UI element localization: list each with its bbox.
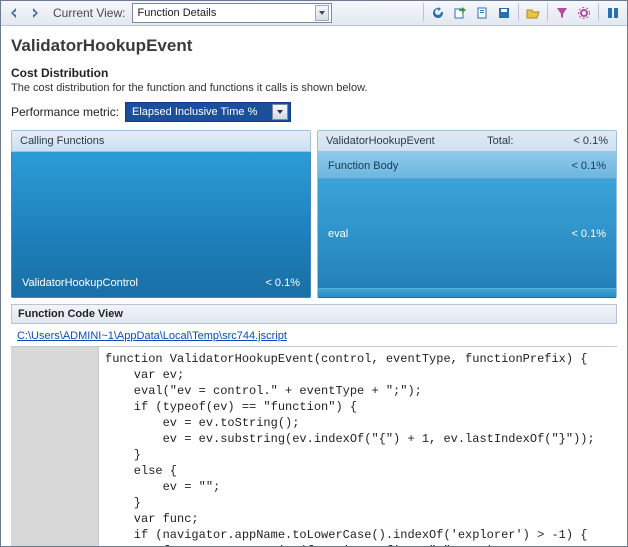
filter-icon xyxy=(555,6,569,20)
current-function-head: ValidatorHookupEvent Total: < 0.1% xyxy=(317,130,617,152)
filter-button[interactable] xyxy=(552,3,572,23)
toolbar: Current View: Function Details xyxy=(1,1,627,26)
refresh-icon xyxy=(431,6,445,20)
toolbar-actions xyxy=(421,3,623,23)
total-value: < 0.1% xyxy=(573,135,608,147)
code-gutter xyxy=(11,347,99,546)
current-view-value: Function Details xyxy=(137,7,216,19)
callee-tail-row xyxy=(318,288,616,298)
calling-functions-heading: Calling Functions xyxy=(11,130,311,152)
arrow-right-icon xyxy=(29,7,41,19)
chevron-down-icon xyxy=(272,104,288,120)
code-path: C:\Users\ADMINI~1\AppData\Local\Temp\src… xyxy=(11,324,617,346)
metric-select[interactable]: Elapsed Inclusive Time % xyxy=(125,102,291,122)
code-path-link[interactable]: C:\Users\ADMINI~1\AppData\Local\Temp\src… xyxy=(17,330,287,342)
cost-subtitle: The cost distribution for the function a… xyxy=(11,82,617,94)
metric-label: Performance metric: xyxy=(11,105,119,119)
refresh-button[interactable] xyxy=(428,3,448,23)
arrow-left-icon xyxy=(8,7,20,19)
window-root: Current View: Function Details xyxy=(0,0,628,547)
function-body-value: < 0.1% xyxy=(571,160,606,172)
options-button[interactable] xyxy=(574,3,594,23)
page-body: ValidatorHookupEvent Cost Distribution T… xyxy=(1,26,627,546)
callee-eval-label: eval xyxy=(328,228,348,240)
report-button[interactable] xyxy=(472,3,492,23)
document-icon xyxy=(475,6,489,20)
current-view-select[interactable]: Function Details xyxy=(132,3,332,23)
calling-functions-body[interactable]: ValidatorHookupControl < 0.1% xyxy=(11,152,311,298)
total-label: Total: xyxy=(487,135,513,147)
code-area: function ValidatorHookupEvent(control, e… xyxy=(11,346,617,546)
current-function-body: Function Body < 0.1% eval < 0.1% xyxy=(317,152,617,298)
nav-back-button[interactable] xyxy=(5,4,23,22)
metric-row: Performance metric: Elapsed Inclusive Ti… xyxy=(11,102,617,122)
function-body-row[interactable]: Function Body < 0.1% xyxy=(318,152,616,178)
current-function-card: ValidatorHookupEvent Total: < 0.1% Funct… xyxy=(317,130,617,298)
caller-value: < 0.1% xyxy=(265,277,300,289)
code-text[interactable]: function ValidatorHookupEvent(control, e… xyxy=(99,347,617,546)
calling-functions-card: Calling Functions ValidatorHookupControl… xyxy=(11,130,311,298)
current-function-name: ValidatorHookupEvent xyxy=(326,135,435,147)
columns-icon xyxy=(606,6,620,20)
current-view-label: Current View: xyxy=(53,6,125,20)
function-body-label: Function Body xyxy=(328,160,398,172)
cost-heading: Cost Distribution xyxy=(11,66,617,80)
code-view-heading: Function Code View xyxy=(11,304,617,324)
open-button[interactable] xyxy=(523,3,543,23)
metric-value: Elapsed Inclusive Time % xyxy=(132,106,257,118)
chevron-down-icon xyxy=(315,5,329,21)
save-icon xyxy=(497,6,511,20)
save-button[interactable] xyxy=(494,3,514,23)
export-button[interactable] xyxy=(450,3,470,23)
page-title: ValidatorHookupEvent xyxy=(11,36,617,56)
gear-icon xyxy=(577,6,591,20)
folder-open-icon xyxy=(526,6,540,20)
cards-row: Calling Functions ValidatorHookupControl… xyxy=(11,130,617,298)
caller-name: ValidatorHookupControl xyxy=(22,277,138,289)
caller-row: ValidatorHookupControl < 0.1% xyxy=(12,277,310,289)
nav-forward-button[interactable] xyxy=(26,4,44,22)
callee-eval-value: < 0.1% xyxy=(571,228,606,240)
columns-button[interactable] xyxy=(603,3,623,23)
export-icon xyxy=(453,6,467,20)
callee-eval-row[interactable]: eval < 0.1% xyxy=(318,178,616,288)
